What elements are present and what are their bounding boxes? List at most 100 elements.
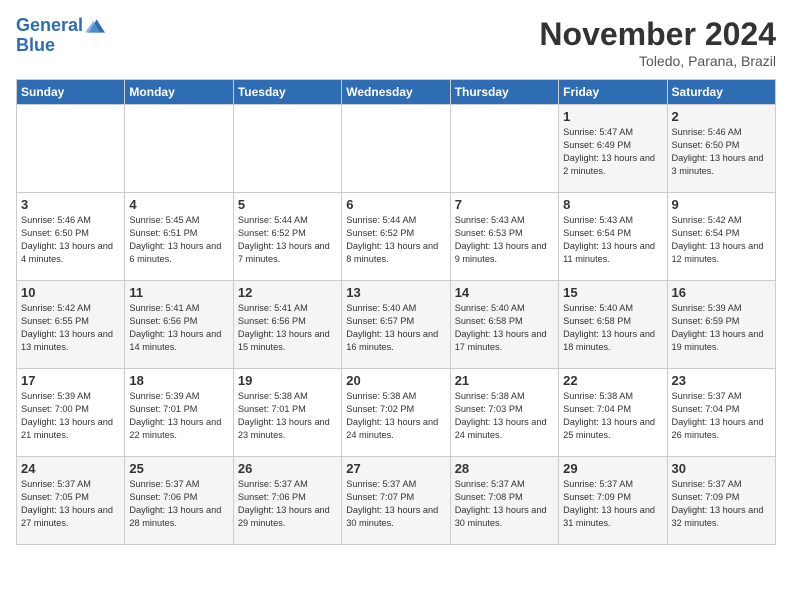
cell-info: Sunrise: 5:40 AMSunset: 6:57 PMDaylight:…	[346, 302, 445, 354]
cell-info: Sunrise: 5:40 AMSunset: 6:58 PMDaylight:…	[455, 302, 554, 354]
calendar-cell: 17 Sunrise: 5:39 AMSunset: 7:00 PMDayligh…	[17, 369, 125, 457]
cell-info: Sunrise: 5:37 AMSunset: 7:05 PMDaylight:…	[21, 478, 120, 530]
calendar-cell: 10 Sunrise: 5:42 AMSunset: 6:55 PMDayligh…	[17, 281, 125, 369]
day-number: 3	[21, 197, 120, 212]
calendar-cell: 2 Sunrise: 5:46 AMSunset: 6:50 PMDaylight…	[667, 105, 775, 193]
calendar-cell: 16 Sunrise: 5:39 AMSunset: 6:59 PMDayligh…	[667, 281, 775, 369]
day-number: 9	[672, 197, 771, 212]
day-number: 19	[238, 373, 337, 388]
calendar-cell: 8 Sunrise: 5:43 AMSunset: 6:54 PMDaylight…	[559, 193, 667, 281]
day-number: 17	[21, 373, 120, 388]
calendar-cell: 23 Sunrise: 5:37 AMSunset: 7:04 PMDayligh…	[667, 369, 775, 457]
cell-info: Sunrise: 5:38 AMSunset: 7:01 PMDaylight:…	[238, 390, 337, 442]
cell-info: Sunrise: 5:37 AMSunset: 7:06 PMDaylight:…	[238, 478, 337, 530]
calendar-header-row: SundayMondayTuesdayWednesdayThursdayFrid…	[17, 80, 776, 105]
calendar-week-row: 10 Sunrise: 5:42 AMSunset: 6:55 PMDayligh…	[17, 281, 776, 369]
logo: General Blue	[16, 16, 105, 56]
header-saturday: Saturday	[667, 80, 775, 105]
logo-text: General	[16, 16, 83, 36]
cell-info: Sunrise: 5:38 AMSunset: 7:03 PMDaylight:…	[455, 390, 554, 442]
day-number: 6	[346, 197, 445, 212]
cell-info: Sunrise: 5:44 AMSunset: 6:52 PMDaylight:…	[238, 214, 337, 266]
cell-info: Sunrise: 5:37 AMSunset: 7:07 PMDaylight:…	[346, 478, 445, 530]
calendar-cell: 3 Sunrise: 5:46 AMSunset: 6:50 PMDaylight…	[17, 193, 125, 281]
cell-info: Sunrise: 5:38 AMSunset: 7:04 PMDaylight:…	[563, 390, 662, 442]
calendar-cell: 28Sunrise: 5:37 AMSunset: 7:08 PMDayligh…	[450, 457, 558, 545]
calendar-cell	[450, 105, 558, 193]
day-number: 30	[672, 461, 771, 476]
day-number: 7	[455, 197, 554, 212]
calendar-cell: 7 Sunrise: 5:43 AMSunset: 6:53 PMDaylight…	[450, 193, 558, 281]
calendar-cell: 27 Sunrise: 5:37 AMSunset: 7:07 PMDayligh…	[342, 457, 450, 545]
day-number: 20	[346, 373, 445, 388]
day-number: 12	[238, 285, 337, 300]
header-friday: Friday	[559, 80, 667, 105]
cell-info: Sunrise: 5:43 AMSunset: 6:53 PMDaylight:…	[455, 214, 554, 266]
calendar-cell: 18Sunrise: 5:39 AMSunset: 7:01 PMDayligh…	[125, 369, 233, 457]
cell-info: Sunrise: 5:46 AMSunset: 6:50 PMDaylight:…	[672, 126, 771, 178]
calendar-week-row: 17 Sunrise: 5:39 AMSunset: 7:00 PMDayligh…	[17, 369, 776, 457]
cell-info: Sunrise: 5:46 AMSunset: 6:50 PMDaylight:…	[21, 214, 120, 266]
cell-info: Sunrise: 5:37 AMSunset: 7:09 PMDaylight:…	[563, 478, 662, 530]
calendar-cell: 13 Sunrise: 5:40 AMSunset: 6:57 PMDayligh…	[342, 281, 450, 369]
cell-info: Sunrise: 5:42 AMSunset: 6:54 PMDaylight:…	[672, 214, 771, 266]
day-number: 1	[563, 109, 662, 124]
day-number: 14	[455, 285, 554, 300]
calendar-cell: 19 Sunrise: 5:38 AMSunset: 7:01 PMDayligh…	[233, 369, 341, 457]
day-number: 11	[129, 285, 228, 300]
calendar-cell: 26 Sunrise: 5:37 AMSunset: 7:06 PMDayligh…	[233, 457, 341, 545]
day-number: 26	[238, 461, 337, 476]
month-title: November 2024	[539, 16, 776, 53]
calendar-cell: 14 Sunrise: 5:40 AMSunset: 6:58 PMDayligh…	[450, 281, 558, 369]
header-wednesday: Wednesday	[342, 80, 450, 105]
calendar-cell	[125, 105, 233, 193]
day-number: 5	[238, 197, 337, 212]
calendar-cell: 4 Sunrise: 5:45 AMSunset: 6:51 PMDaylight…	[125, 193, 233, 281]
logo-line2: Blue	[16, 36, 105, 56]
cell-info: Sunrise: 5:37 AMSunset: 7:04 PMDaylight:…	[672, 390, 771, 442]
cell-info: Sunrise: 5:39 AMSunset: 6:59 PMDaylight:…	[672, 302, 771, 354]
calendar-cell: 30 Sunrise: 5:37 AMSunset: 7:09 PMDayligh…	[667, 457, 775, 545]
cell-info: Sunrise: 5:45 AMSunset: 6:51 PMDaylight:…	[129, 214, 228, 266]
cell-info: Sunrise: 5:37 AMSunset: 7:09 PMDaylight:…	[672, 478, 771, 530]
day-number: 28	[455, 461, 554, 476]
day-number: 10	[21, 285, 120, 300]
cell-info: Sunrise: 5:41 AMSunset: 6:56 PMDaylight:…	[238, 302, 337, 354]
header-monday: Monday	[125, 80, 233, 105]
cell-info: Sunrise: 5:39 AMSunset: 7:00 PMDaylight:…	[21, 390, 120, 442]
calendar-cell: 5 Sunrise: 5:44 AMSunset: 6:52 PMDaylight…	[233, 193, 341, 281]
calendar-cell: 20Sunrise: 5:38 AMSunset: 7:02 PMDayligh…	[342, 369, 450, 457]
day-number: 4	[129, 197, 228, 212]
calendar-cell: 12 Sunrise: 5:41 AMSunset: 6:56 PMDayligh…	[233, 281, 341, 369]
calendar-week-row: 3 Sunrise: 5:46 AMSunset: 6:50 PMDaylight…	[17, 193, 776, 281]
cell-info: Sunrise: 5:44 AMSunset: 6:52 PMDaylight:…	[346, 214, 445, 266]
day-number: 16	[672, 285, 771, 300]
cell-info: Sunrise: 5:41 AMSunset: 6:56 PMDaylight:…	[129, 302, 228, 354]
day-number: 2	[672, 109, 771, 124]
day-number: 15	[563, 285, 662, 300]
cell-info: Sunrise: 5:42 AMSunset: 6:55 PMDaylight:…	[21, 302, 120, 354]
calendar-cell: 22Sunrise: 5:38 AMSunset: 7:04 PMDayligh…	[559, 369, 667, 457]
day-number: 8	[563, 197, 662, 212]
day-number: 21	[455, 373, 554, 388]
logo-icon	[85, 16, 105, 36]
day-number: 13	[346, 285, 445, 300]
header-sunday: Sunday	[17, 80, 125, 105]
day-number: 23	[672, 373, 771, 388]
calendar-cell: 29Sunrise: 5:37 AMSunset: 7:09 PMDayligh…	[559, 457, 667, 545]
calendar-cell: 6 Sunrise: 5:44 AMSunset: 6:52 PMDaylight…	[342, 193, 450, 281]
cell-info: Sunrise: 5:43 AMSunset: 6:54 PMDaylight:…	[563, 214, 662, 266]
calendar-table: SundayMondayTuesdayWednesdayThursdayFrid…	[16, 79, 776, 545]
calendar-cell: 1Sunrise: 5:47 AMSunset: 6:49 PMDaylight…	[559, 105, 667, 193]
calendar-cell: 21 Sunrise: 5:38 AMSunset: 7:03 PMDayligh…	[450, 369, 558, 457]
title-block: November 2024 Toledo, Parana, Brazil	[539, 16, 776, 69]
header-tuesday: Tuesday	[233, 80, 341, 105]
calendar-cell	[17, 105, 125, 193]
calendar-cell	[233, 105, 341, 193]
calendar-week-row: 24 Sunrise: 5:37 AMSunset: 7:05 PMDayligh…	[17, 457, 776, 545]
cell-info: Sunrise: 5:40 AMSunset: 6:58 PMDaylight:…	[563, 302, 662, 354]
day-number: 24	[21, 461, 120, 476]
calendar-cell: 9 Sunrise: 5:42 AMSunset: 6:54 PMDaylight…	[667, 193, 775, 281]
cell-info: Sunrise: 5:39 AMSunset: 7:01 PMDaylight:…	[129, 390, 228, 442]
day-number: 27	[346, 461, 445, 476]
